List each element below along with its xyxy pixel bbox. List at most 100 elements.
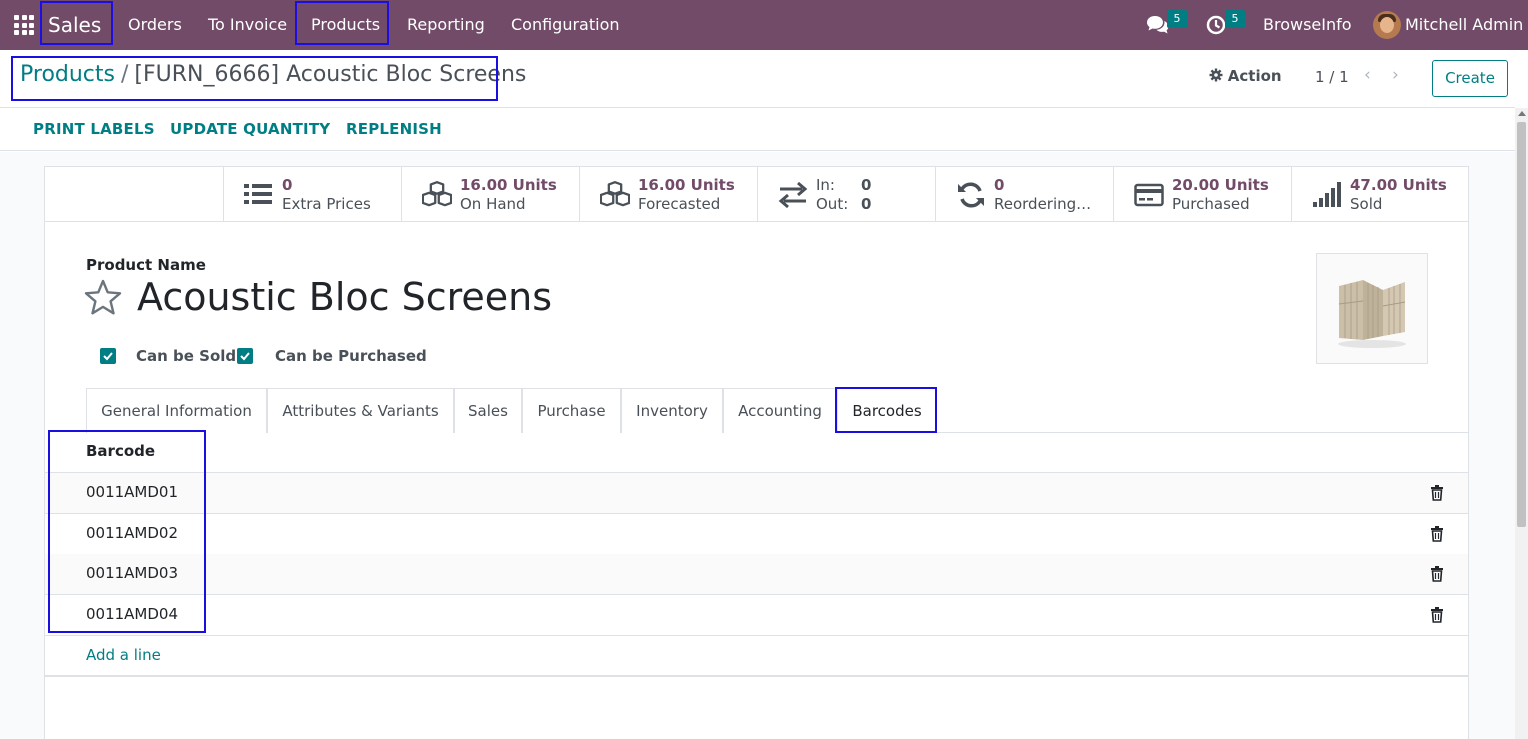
check-icon [240,352,250,361]
barcode-cell[interactable]: 0011AMD01 [86,483,178,501]
table-row[interactable]: 0011AMD01 [45,473,1468,514]
sold-value: 47.00 Units [1350,176,1447,194]
messages-count-badge: 5 [1167,10,1187,28]
in-label: In: [816,176,835,194]
update-quantity-button[interactable]: UPDATE QUANTITY [170,120,330,138]
can-be-sold-checkbox[interactable] [100,348,116,364]
action-label: Action [1227,67,1282,85]
pager-previous-icon[interactable]: ‹ [1364,65,1371,85]
tab-general-information[interactable]: General Information [86,388,267,433]
scrollbar[interactable] [1515,108,1528,739]
favorite-star-icon[interactable] [83,278,123,318]
barcode-cell[interactable]: 0011AMD02 [86,524,178,542]
breadcrumb-separator: / [121,62,129,87]
top-navbar: Sales Orders To Invoice Products Reporti… [0,0,1528,50]
clock-icon[interactable] [1206,15,1226,35]
extra-prices-label: Extra Prices [282,195,371,213]
can-be-purchased-label: Can be Purchased [275,347,427,365]
credit-card-icon [1134,183,1164,207]
sold-label: Sold [1350,195,1383,213]
tab-attributes-variants[interactable]: Attributes & Variants [267,388,454,433]
breadcrumb: Products / [FURN_6666] Acoustic Bloc Scree… [20,62,526,87]
menu-products[interactable]: Products [311,0,380,50]
product-name-label: Product Name [86,256,206,274]
pager-next-icon[interactable]: › [1392,65,1399,85]
smart-buttons: 0 Extra Prices 16.00 Units On Hand 16.00… [45,167,1468,222]
reordering-label: Reordering… [994,195,1092,213]
action-menu-button[interactable]: Action [1209,67,1282,85]
form-action-bar: PRINT LABELS UPDATE QUANTITY REPLENISH [0,108,1515,151]
form-sheet: 0 Extra Prices 16.00 Units On Hand 16.00… [44,166,1469,739]
user-menu[interactable]: Mitchell Admin [1405,0,1523,50]
cubes-icon [422,181,452,207]
purchased-value: 20.00 Units [1172,176,1269,194]
scrollbar-thumb[interactable] [1517,122,1526,527]
menu-configuration[interactable]: Configuration [511,0,620,50]
table-row[interactable]: 0011AMD04 [45,595,1468,636]
menu-to-invoice[interactable]: To Invoice [208,0,287,50]
in-out-button[interactable]: In: 0 Out: 0 [757,167,936,221]
product-image[interactable] [1316,253,1428,364]
app-brand-sales[interactable]: Sales [48,0,101,50]
breadcrumb-products-link[interactable]: Products [20,62,115,87]
avatar[interactable] [1373,11,1401,39]
on-hand-label: On Hand [460,195,526,213]
app-menu-icon[interactable] [14,15,34,35]
out-value: 0 [861,195,872,213]
gear-icon [1209,68,1223,82]
notebook-tabs: General Information Attributes & Variant… [86,388,1468,433]
tab-barcodes[interactable]: Barcodes [837,388,937,433]
table-row[interactable]: 0011AMD02 [45,514,1468,555]
pager-value[interactable]: 1 / 1 [1315,68,1349,86]
check-icon [103,352,113,361]
reordering-button[interactable]: 0 Reordering… [935,167,1114,221]
forecasted-value: 16.00 Units [638,176,735,194]
forecasted-button[interactable]: 16.00 Units Forecasted [579,167,758,221]
refresh-icon [958,182,984,208]
control-panel: Products / [FURN_6666] Acoustic Bloc Scree… [0,50,1515,108]
create-button[interactable]: Create [1432,60,1508,97]
extra-prices-button[interactable]: 0 Extra Prices [223,167,402,221]
extra-prices-value: 0 [282,176,293,194]
acoustic-screen-image [1338,280,1406,348]
barcode-column-header[interactable]: Barcode [86,442,155,460]
on-hand-button[interactable]: 16.00 Units On Hand [401,167,580,221]
company-switcher[interactable]: BrowseInfo [1263,0,1352,50]
menu-orders[interactable]: Orders [128,0,182,50]
barcode-table-header: Barcode [45,432,1468,473]
sold-button[interactable]: 47.00 Units Sold [1291,167,1468,221]
can-be-sold-label: Can be Sold [136,347,237,365]
trash-icon[interactable] [1430,526,1444,542]
print-labels-button[interactable]: PRINT LABELS [33,120,155,138]
tab-inventory[interactable]: Inventory [621,388,723,433]
forecasted-label: Forecasted [638,195,721,213]
breadcrumb-current: [FURN_6666] Acoustic Bloc Screens [134,62,527,87]
trash-icon[interactable] [1430,485,1444,501]
tab-sales[interactable]: Sales [454,388,522,433]
menu-reporting[interactable]: Reporting [407,0,485,50]
exchange-icon [778,181,808,209]
tab-accounting[interactable]: Accounting [723,388,837,433]
purchased-button[interactable]: 20.00 Units Purchased [1113,167,1292,221]
scroll-up-icon[interactable] [1518,111,1526,116]
out-label: Out: [816,195,849,213]
purchased-label: Purchased [1172,195,1250,213]
product-name-field[interactable]: Acoustic Bloc Screens [137,275,552,319]
cubes-icon [600,181,630,207]
activities-count-badge: 5 [1225,10,1245,28]
signal-icon [1313,182,1341,207]
list-icon [244,184,272,204]
replenish-button[interactable]: REPLENISH [346,120,442,138]
in-value: 0 [861,176,872,194]
add-a-line-link[interactable]: Add a line [86,646,161,664]
on-hand-value: 16.00 Units [460,176,557,194]
reordering-value: 0 [994,176,1005,194]
table-bottom-divider [45,675,1468,677]
tab-purchase[interactable]: Purchase [522,388,621,433]
trash-icon[interactable] [1430,607,1444,623]
barcode-cell[interactable]: 0011AMD03 [86,564,178,582]
barcode-cell[interactable]: 0011AMD04 [86,605,178,623]
trash-icon[interactable] [1430,566,1444,582]
can-be-purchased-checkbox[interactable] [237,348,253,364]
table-row[interactable]: 0011AMD03 [45,554,1468,595]
